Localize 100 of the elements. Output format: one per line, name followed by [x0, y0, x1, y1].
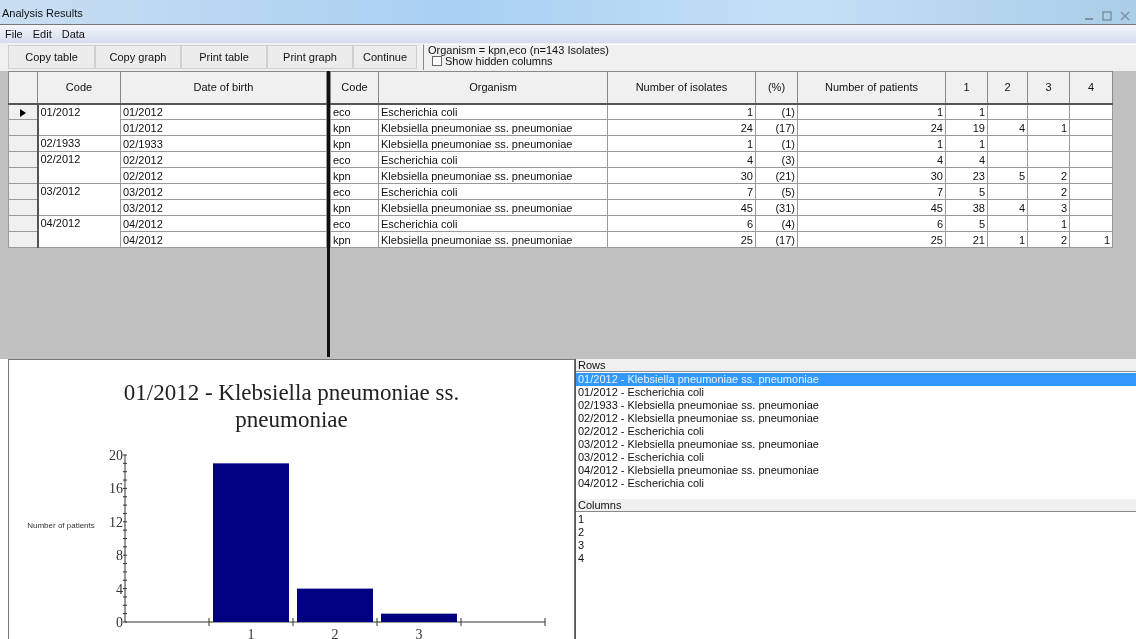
menu-item[interactable]: Data	[61, 25, 85, 43]
toolbar-button[interactable]: Copy graph	[95, 45, 181, 69]
column-header[interactable]: 4	[1069, 71, 1113, 104]
list-item[interactable]: 02/2012 - Klebsiella pneumoniae ss. pneumoniae	[576, 412, 1136, 425]
table-cell: eco	[330, 151, 379, 168]
table-cell: 2	[1027, 231, 1070, 248]
table-cell: Klebsiella pneumoniae ss. pneumoniae	[378, 167, 608, 184]
toolbar-button[interactable]: Print table	[181, 45, 267, 69]
table-cell: 45	[607, 199, 756, 216]
table-cell: 2	[1027, 167, 1070, 184]
table-cell: 1	[1027, 215, 1070, 232]
column-header[interactable]: 3	[1027, 71, 1070, 104]
table-cell: 1	[797, 103, 946, 120]
columns-label: Columns	[576, 499, 1136, 512]
table-cell: Escherichia coli	[378, 215, 608, 232]
table-cell: 03/2012	[120, 183, 327, 200]
column-header[interactable]: (%)	[755, 71, 798, 104]
table-cell: 1	[1069, 231, 1113, 248]
column-header[interactable]: 1	[945, 71, 988, 104]
column-header[interactable]: Code	[37, 71, 121, 104]
table-cell: eco	[330, 183, 379, 200]
table-cell: 5	[945, 183, 988, 200]
table-cell: 4	[987, 199, 1028, 216]
table-cell: 3	[1027, 199, 1070, 216]
table-cell: Escherichia coli	[378, 151, 608, 168]
y-axis-label: Number of patients	[27, 521, 95, 530]
y-tick-label: 0	[116, 615, 123, 630]
show-hidden-columns-checkbox[interactable]: Show hidden columns	[432, 56, 553, 67]
column-header[interactable]: Number of isolates	[607, 71, 756, 104]
table-cell: kpn	[330, 231, 379, 248]
chart-title: 01/2012 - Klebsiella pneumoniae ss. pneumoniae	[123, 380, 460, 432]
list-item[interactable]: 1	[576, 513, 1136, 526]
table-cell: 04/2012	[120, 231, 327, 248]
table-cell: (21)	[755, 167, 798, 184]
list-item[interactable]: 01/2012 - Escherichia coli	[576, 386, 1136, 399]
table-cell: eco	[330, 103, 379, 120]
list-item[interactable]: 02/2012 - Escherichia coli	[576, 425, 1136, 438]
column-header[interactable]: 2	[987, 71, 1028, 104]
list-item[interactable]: 04/2012 - Klebsiella pneumoniae ss. pneumoniae	[576, 464, 1136, 477]
toolbar-button[interactable]: Continue	[353, 45, 417, 69]
table-cell: 01/2012	[120, 119, 327, 136]
column-header[interactable]: Date of birth	[120, 71, 327, 104]
table-cell: (1)	[755, 135, 798, 152]
table-cell: 02/2012	[120, 167, 327, 184]
column-header[interactable]: Organism	[378, 71, 608, 104]
x-tick-label: 3	[415, 627, 423, 639]
table-cell: Klebsiella pneumoniae ss. pneumoniae	[378, 231, 608, 248]
table-cell: 02/2012	[120, 151, 327, 168]
list-item[interactable]: 2	[576, 526, 1136, 539]
table-cell: 4	[797, 151, 946, 168]
table-cell: 30	[607, 167, 756, 184]
table-cell: 45	[797, 199, 946, 216]
table-cell: 5	[945, 215, 988, 232]
y-tick-label: 16	[109, 481, 123, 497]
table-cell: 02/1933	[120, 135, 327, 152]
y-tick-label: 12	[109, 514, 123, 530]
table-cell: Escherichia coli	[378, 183, 608, 200]
menu-item[interactable]: Edit	[32, 25, 52, 43]
y-tick-label: 4	[116, 581, 123, 597]
table-cell: Escherichia coli	[378, 103, 608, 120]
filter-summary: Organism = kpn,eco (n=143 Isolates)	[428, 45, 610, 56]
column-header[interactable]: Code	[330, 71, 379, 104]
list-item[interactable]: 3	[576, 539, 1136, 552]
table-cell: 30	[797, 167, 946, 184]
toolbar-button[interactable]: Print graph	[267, 45, 353, 69]
current-row-icon	[19, 108, 26, 117]
table-cell: 24	[797, 119, 946, 136]
menu-item[interactable]: File	[5, 25, 23, 43]
rows-label: Rows	[576, 359, 1136, 372]
table-cell: eco	[330, 215, 379, 232]
table-cell: 4	[945, 151, 988, 168]
table-cell: 4	[987, 119, 1028, 136]
table-cell: Klebsiella pneumoniae ss. pneumoniae	[378, 135, 608, 152]
table-cell: 4	[607, 151, 756, 168]
table-cell: 04/2012	[120, 215, 327, 232]
table-cell: (17)	[755, 119, 798, 136]
table-cell: 19	[945, 119, 988, 136]
table-cell: 1	[797, 135, 946, 152]
table-cell: 7	[797, 183, 946, 200]
table-cell: 2	[1027, 183, 1070, 200]
table-cell: (31)	[755, 199, 798, 216]
list-item[interactable]: 03/2012 - Escherichia coli	[576, 451, 1136, 464]
table-cell: 6	[607, 215, 756, 232]
table-cell: 1	[1027, 119, 1070, 136]
x-tick-label: 1	[247, 627, 255, 639]
table-cell: kpn	[330, 199, 379, 216]
table-cell: 1	[945, 135, 988, 152]
column-header[interactable]: Number of patients	[797, 71, 946, 104]
table-cell: 38	[945, 199, 988, 216]
table-cell: 6	[797, 215, 946, 232]
list-item[interactable]: 03/2012 - Klebsiella pneumoniae ss. pneumoniae	[576, 438, 1136, 451]
table-cell: Klebsiella pneumoniae ss. pneumoniae	[378, 199, 608, 216]
list-item[interactable]: 02/1933 - Klebsiella pneumoniae ss. pneumoniae	[576, 399, 1136, 412]
list-item[interactable]: 4	[576, 552, 1136, 565]
table-cell: Klebsiella pneumoniae ss. pneumoniae	[378, 119, 608, 136]
list-item[interactable]: 04/2012 - Escherichia coli	[576, 477, 1136, 490]
table-cell: 24	[607, 119, 756, 136]
table-cell: 1	[607, 135, 756, 152]
toolbar-button[interactable]: Copy table	[8, 45, 95, 69]
table-cell: 7	[607, 183, 756, 200]
